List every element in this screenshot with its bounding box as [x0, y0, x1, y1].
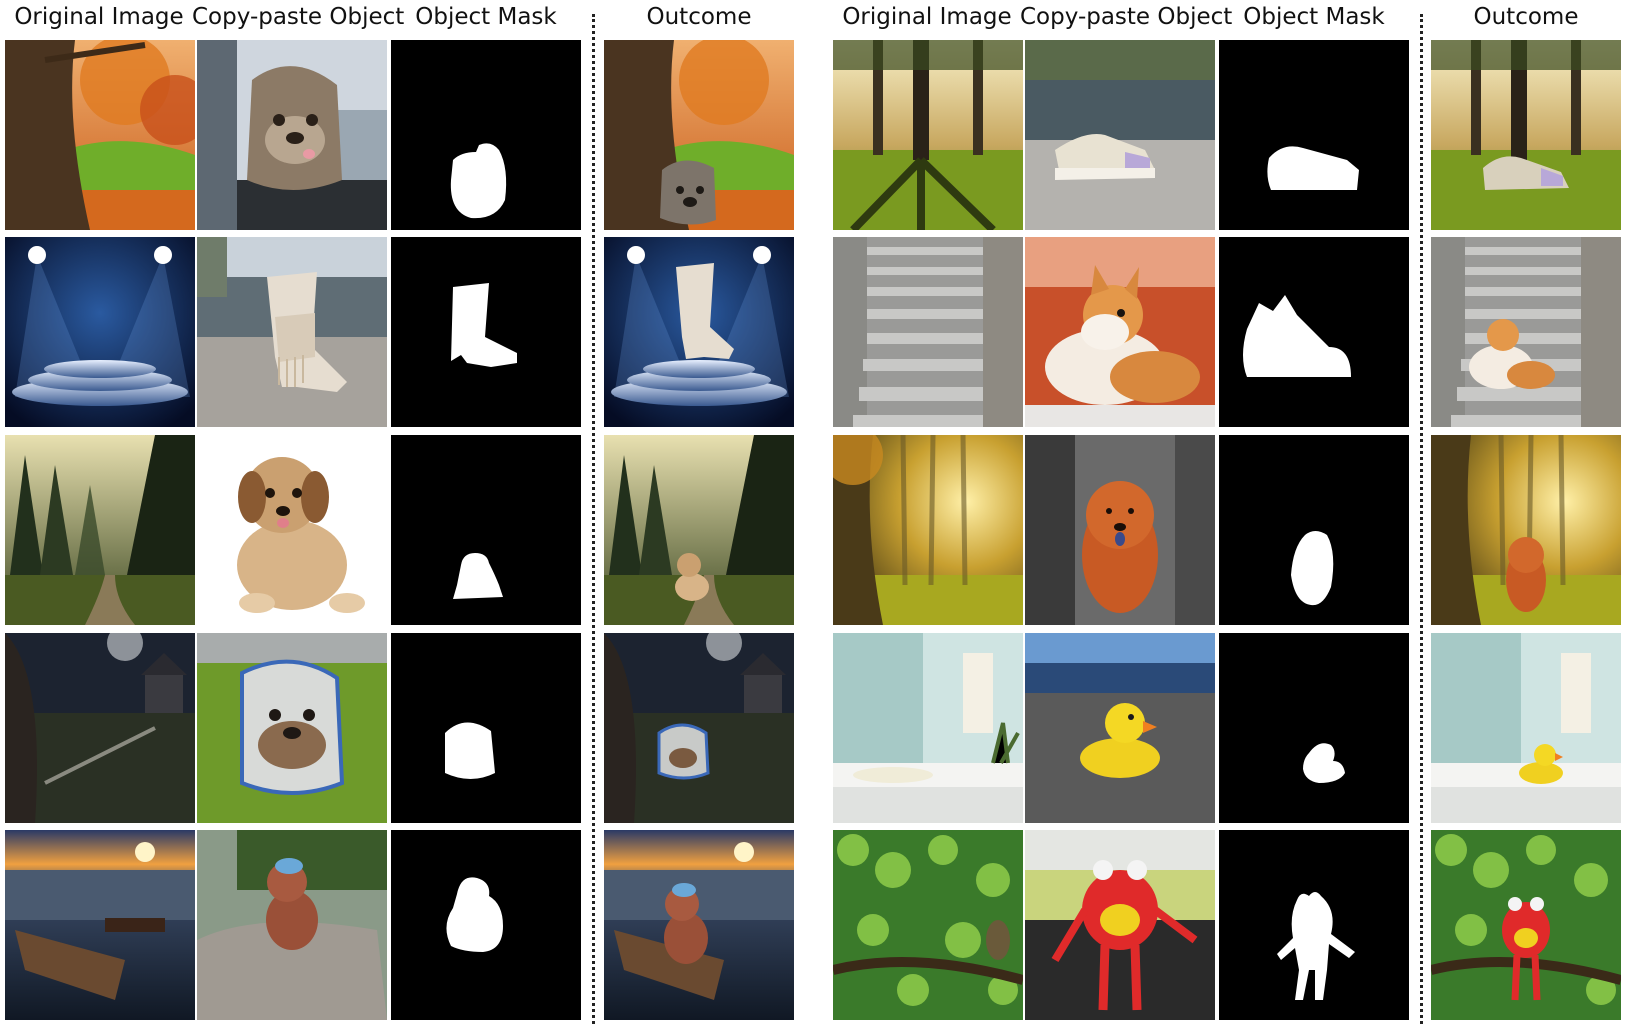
object-mask-teddy-bear	[391, 830, 581, 1020]
copy-object-sneaker	[1025, 40, 1215, 230]
header-mask-right: Object Mask	[1243, 4, 1385, 30]
outcome-forest-chow-chow	[1431, 435, 1621, 625]
outcome-stairs-corgi	[1431, 237, 1621, 427]
object-mask-puppy	[391, 435, 581, 625]
outcome-forest-puppy	[604, 435, 794, 625]
original-image-night-haunted-house	[5, 633, 195, 823]
object-mask-sneaker	[1219, 40, 1409, 230]
copy-object-dog-backpack-grass	[197, 633, 387, 823]
original-image-bathroom-counter	[833, 633, 1023, 823]
copy-object-dog-backpack	[197, 40, 387, 230]
header-outcome-right: Outcome	[1473, 4, 1579, 30]
outcome-park-sneaker	[1431, 40, 1621, 230]
original-image-sunny-forest	[833, 435, 1023, 625]
header-mask-left: Object Mask	[415, 4, 557, 30]
header-copy-right: Copy-paste Object	[1020, 4, 1233, 30]
panel-divider-left	[592, 14, 595, 1024]
original-image-sunset-sea	[5, 830, 195, 1020]
object-mask-red-plush-toy	[1219, 830, 1409, 1020]
header-outcome-left: Outcome	[646, 4, 752, 30]
header-original-right: Original Image	[842, 4, 1012, 30]
outcome-night-backpack	[604, 633, 794, 823]
object-mask-fringe-boot	[391, 237, 581, 427]
panel-divider-right	[1420, 14, 1423, 1024]
header-original-left: Original Image	[14, 4, 184, 30]
outcome-autumn-park-backpack	[604, 40, 794, 230]
outcome-stage-boot	[604, 237, 794, 427]
copy-object-rubber-duck	[1025, 633, 1215, 823]
original-image-green-leaves-branch	[833, 830, 1023, 1020]
object-mask-rubber-duck	[1219, 633, 1409, 823]
outcome-sunset-teddy	[604, 830, 794, 1020]
original-image-spotlight-stage	[5, 237, 195, 427]
original-image-sunlit-tree-park	[833, 40, 1023, 230]
original-image-autumn-park	[5, 40, 195, 230]
outcome-bathroom-duck	[1431, 633, 1621, 823]
copy-object-corgi	[1025, 237, 1215, 427]
object-mask-dog-backpack-grass	[391, 633, 581, 823]
object-mask-corgi	[1219, 237, 1409, 427]
original-image-misty-forest-path	[5, 435, 195, 625]
object-mask-dog-backpack	[391, 40, 581, 230]
copy-object-fringe-boot	[197, 237, 387, 427]
copy-object-puppy	[197, 435, 387, 625]
copy-object-red-plush-toy	[1025, 830, 1215, 1020]
header-copy-left: Copy-paste Object	[192, 4, 405, 30]
original-image-stone-stairs	[833, 237, 1023, 427]
copy-object-chow-chow	[1025, 435, 1215, 625]
object-mask-chow-chow	[1219, 435, 1409, 625]
copy-object-teddy-bear	[197, 830, 387, 1020]
outcome-leaves-plush-toy	[1431, 830, 1621, 1020]
